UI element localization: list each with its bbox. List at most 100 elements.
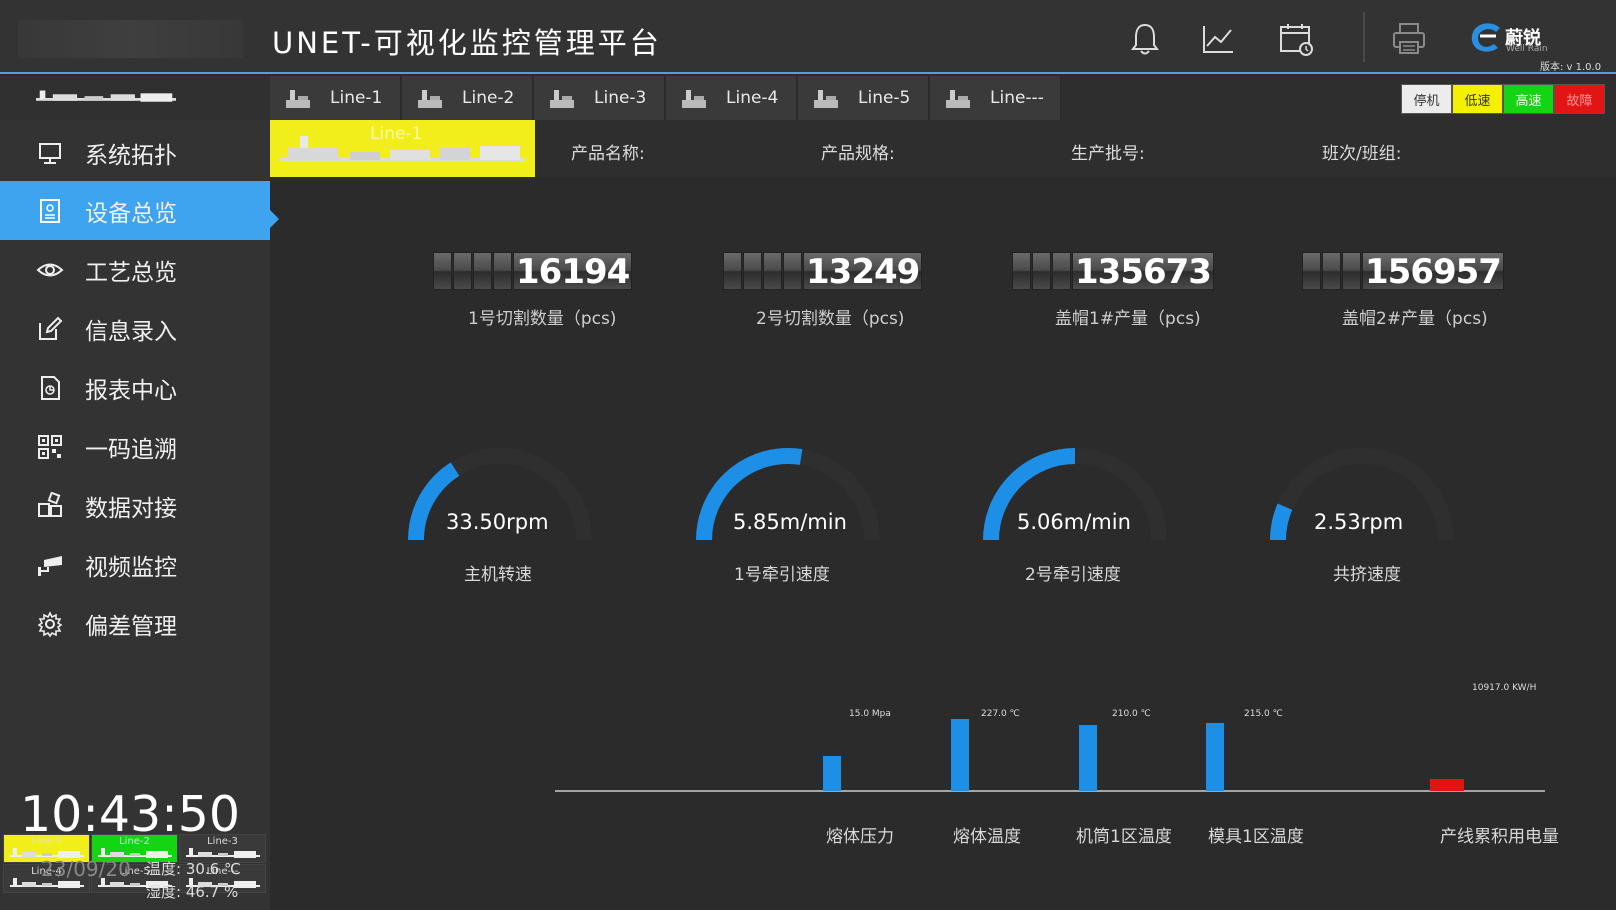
- sidebar-item-device-overview[interactable]: 设备总览: [0, 181, 270, 240]
- chart-bar: [1206, 723, 1224, 791]
- machine-icon: [682, 90, 706, 108]
- blocks-icon: [35, 491, 65, 521]
- monitor-icon: [35, 138, 65, 168]
- chart-bar: [1079, 725, 1097, 791]
- sidebar-item-deviation-mgmt[interactable]: 偏差管理: [0, 594, 270, 653]
- machine-icon: [286, 90, 310, 108]
- tab-label: Line-1: [330, 88, 383, 108]
- sidebar-item-label: 数据对接: [85, 495, 177, 522]
- tab-label: Line-5: [858, 88, 911, 108]
- tab-line-more[interactable]: Line---: [930, 76, 1061, 120]
- bar-category-label: 产线累积用电量: [1440, 827, 1559, 847]
- gauge-value: 33.50rpm: [446, 510, 549, 534]
- app-title: UNET-可视化监控管理平台: [272, 26, 662, 60]
- device-doc-icon: [35, 196, 65, 226]
- machine-icon: [418, 90, 442, 108]
- sidebar-item-label: 报表中心: [85, 377, 177, 404]
- status-fault-button[interactable]: 故障: [1554, 84, 1605, 114]
- gauge-value: 2.53rpm: [1314, 510, 1404, 534]
- tab-line-5[interactable]: Line-5: [798, 76, 929, 120]
- sidebar-item-video-monitor[interactable]: 视频监控: [0, 535, 270, 594]
- edit-icon: [35, 314, 65, 344]
- report-icon: [35, 373, 65, 403]
- bar-value-label: 227.0 ℃: [981, 709, 1020, 719]
- bar-value-label: 210.0 ℃: [1112, 709, 1151, 719]
- machine-icon: [946, 90, 970, 108]
- bar-category-label: 模具1区温度: [1208, 827, 1304, 847]
- tab-line-1[interactable]: Line-1: [270, 76, 401, 120]
- sidebar-item-data-integration[interactable]: 数据对接: [0, 476, 270, 535]
- product-name-label: 产品名称:: [571, 144, 645, 164]
- gauge-value: 5.85m/min: [733, 510, 847, 534]
- brand-subtitle: Well Rain: [1506, 44, 1548, 54]
- counter-cut1: 16194: [433, 252, 633, 292]
- product-spec-label: 产品规格:: [821, 144, 895, 164]
- gauge-label: 2号牵引速度: [1025, 565, 1121, 585]
- bar-category-label: 熔体温度: [953, 827, 1021, 847]
- counter-label: 1号切割数量（pcs): [468, 309, 617, 329]
- trend-chart-icon[interactable]: [1199, 20, 1237, 58]
- counter-value: 13249: [803, 252, 923, 291]
- company-logo-blurred: [18, 20, 243, 58]
- header-separator: [1363, 12, 1365, 62]
- eye-icon: [35, 255, 65, 285]
- top-header: UNET-可视化监控管理平台 蔚锐 Well Rain 版本: v 1.0.0: [0, 0, 1616, 74]
- bar-category-label: 机筒1区温度: [1076, 827, 1172, 847]
- chart-bar: [951, 719, 969, 791]
- gauge-label: 主机转速: [464, 565, 532, 585]
- status-high-speed-button[interactable]: 高速: [1503, 84, 1554, 114]
- camera-icon: [35, 550, 65, 580]
- process-bar-chart: [555, 719, 1545, 792]
- counter-label: 盖帽2#产量（pcs): [1342, 309, 1488, 329]
- production-line-thumbnail: [0, 76, 270, 120]
- current-date: 23/09/20: [41, 857, 131, 881]
- calendar-icon[interactable]: [1277, 20, 1315, 58]
- sidebar-item-report-center[interactable]: 报表中心: [0, 358, 270, 417]
- sidebar-item-label: 信息录入: [85, 318, 177, 345]
- counter-value: 135673: [1072, 252, 1214, 291]
- humidity-readout: 湿度: 46.7 %: [146, 883, 239, 901]
- tab-label: Line-2: [462, 88, 515, 108]
- sidebar-item-info-entry[interactable]: 信息录入: [0, 299, 270, 358]
- sidebar-item-label: 一码追溯: [85, 436, 177, 463]
- temperature-readout: 温度: 30.6 ℃: [146, 860, 241, 878]
- counter-label: 2号切割数量（pcs): [756, 309, 905, 329]
- tab-line-4[interactable]: Line-4: [666, 76, 797, 120]
- tab-label: Line-3: [594, 88, 647, 108]
- sidebar-item-label: 设备总览: [85, 200, 177, 227]
- counter-label: 盖帽1#产量（pcs): [1055, 309, 1201, 329]
- app-root: UNET-可视化监控管理平台 蔚锐 Well Rain 版本: v 1.0.0: [0, 0, 1616, 910]
- line-tab-bar: Line-1 Line-2 Line-3 Line-4 Line-5 Line-…: [0, 76, 1616, 120]
- selected-line-banner: Line-1: [270, 120, 535, 177]
- counter-cut2: 13249: [723, 252, 923, 292]
- sidebar-item-label: 系统拓扑: [85, 142, 177, 169]
- current-time: 10:43:50: [20, 786, 241, 843]
- gauge-label: 共挤速度: [1333, 565, 1401, 585]
- printer-icon[interactable]: [1390, 20, 1428, 58]
- gauge-fill: [1270, 503, 1293, 541]
- sidebar-item-label: 工艺总览: [85, 259, 177, 286]
- bell-icon[interactable]: [1126, 20, 1164, 58]
- qr-code-icon: [35, 432, 65, 462]
- counter-value: 156957: [1362, 252, 1504, 291]
- tab-line-2[interactable]: Line-2: [402, 76, 533, 120]
- chart-bar: [823, 756, 841, 791]
- shift-team-label: 班次/班组:: [1322, 144, 1402, 164]
- status-low-speed-button[interactable]: 低速: [1452, 84, 1503, 114]
- sidebar-item-process-overview[interactable]: 工艺总览: [0, 240, 270, 299]
- counter-cap1: 135673: [1012, 252, 1214, 292]
- counter-cap2: 156957: [1302, 252, 1504, 292]
- tab-line-3[interactable]: Line-3: [534, 76, 665, 120]
- tab-label: Line-4: [726, 88, 779, 108]
- gauge-label: 1号牵引速度: [734, 565, 830, 585]
- bar-value-label: 10917.0 KW/H: [1472, 683, 1537, 693]
- line-banner-label: Line-1: [370, 124, 423, 144]
- sidebar-item-code-trace[interactable]: 一码追溯: [0, 417, 270, 476]
- active-nav-pointer: [270, 210, 279, 228]
- sidebar-item-topology[interactable]: 系统拓扑: [0, 123, 270, 182]
- counter-value: 16194: [513, 252, 633, 291]
- sidebar-item-label: 视频监控: [85, 554, 177, 581]
- machine-icon: [814, 90, 838, 108]
- status-stop-button[interactable]: 停机: [1401, 84, 1452, 114]
- machine-icon: [550, 90, 574, 108]
